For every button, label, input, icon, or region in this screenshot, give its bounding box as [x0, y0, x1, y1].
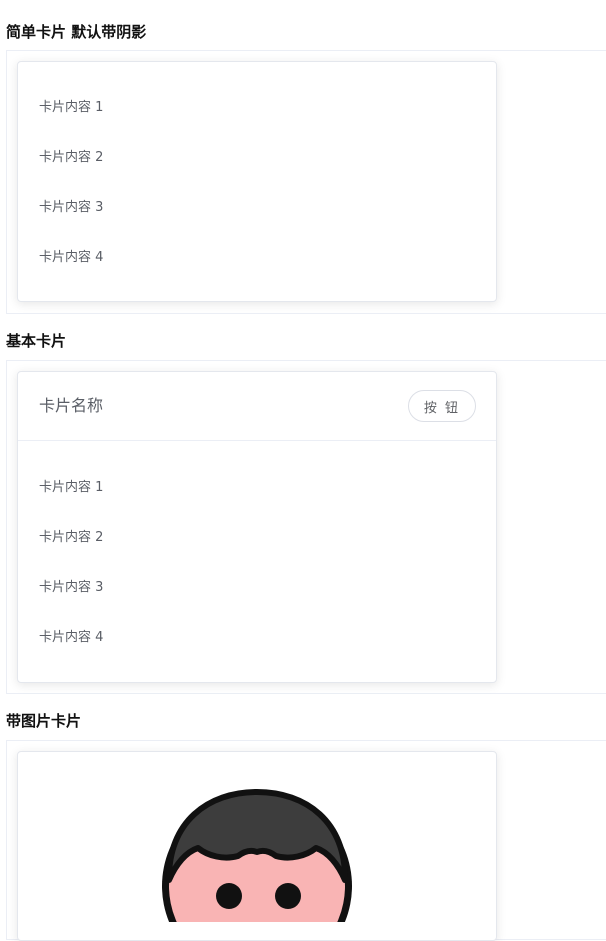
card-item: 卡片内容 3 [39, 580, 104, 595]
card-header-button[interactable]: 按 钮 [408, 390, 476, 422]
card-header-title: 卡片名称 [39, 396, 104, 415]
card-item: 卡片内容 2 [39, 150, 104, 165]
card-item: 卡片内容 2 [39, 530, 104, 545]
card-item: 卡片内容 1 [39, 100, 104, 115]
card-header: 卡片名称 按 钮 [18, 372, 496, 441]
card-item: 卡片内容 1 [39, 480, 104, 495]
section-title-basic-card: 基本卡片 [6, 332, 67, 350]
card-item: 卡片内容 3 [39, 200, 104, 215]
section-title-image-card: 带图片卡片 [6, 712, 82, 730]
simple-card: 卡片内容 1 卡片内容 2 卡片内容 3 卡片内容 4 [17, 61, 497, 302]
section-title-simple-card: 简单卡片 默认带阴影 [6, 23, 147, 41]
card-item: 卡片内容 4 [39, 250, 104, 265]
image-card [17, 751, 497, 941]
basic-card: 卡片名称 按 钮 卡片内容 1 卡片内容 2 卡片内容 3 卡片内容 4 [17, 371, 497, 683]
avatar-illustration-icon [162, 789, 352, 922]
card-item: 卡片内容 4 [39, 630, 104, 645]
